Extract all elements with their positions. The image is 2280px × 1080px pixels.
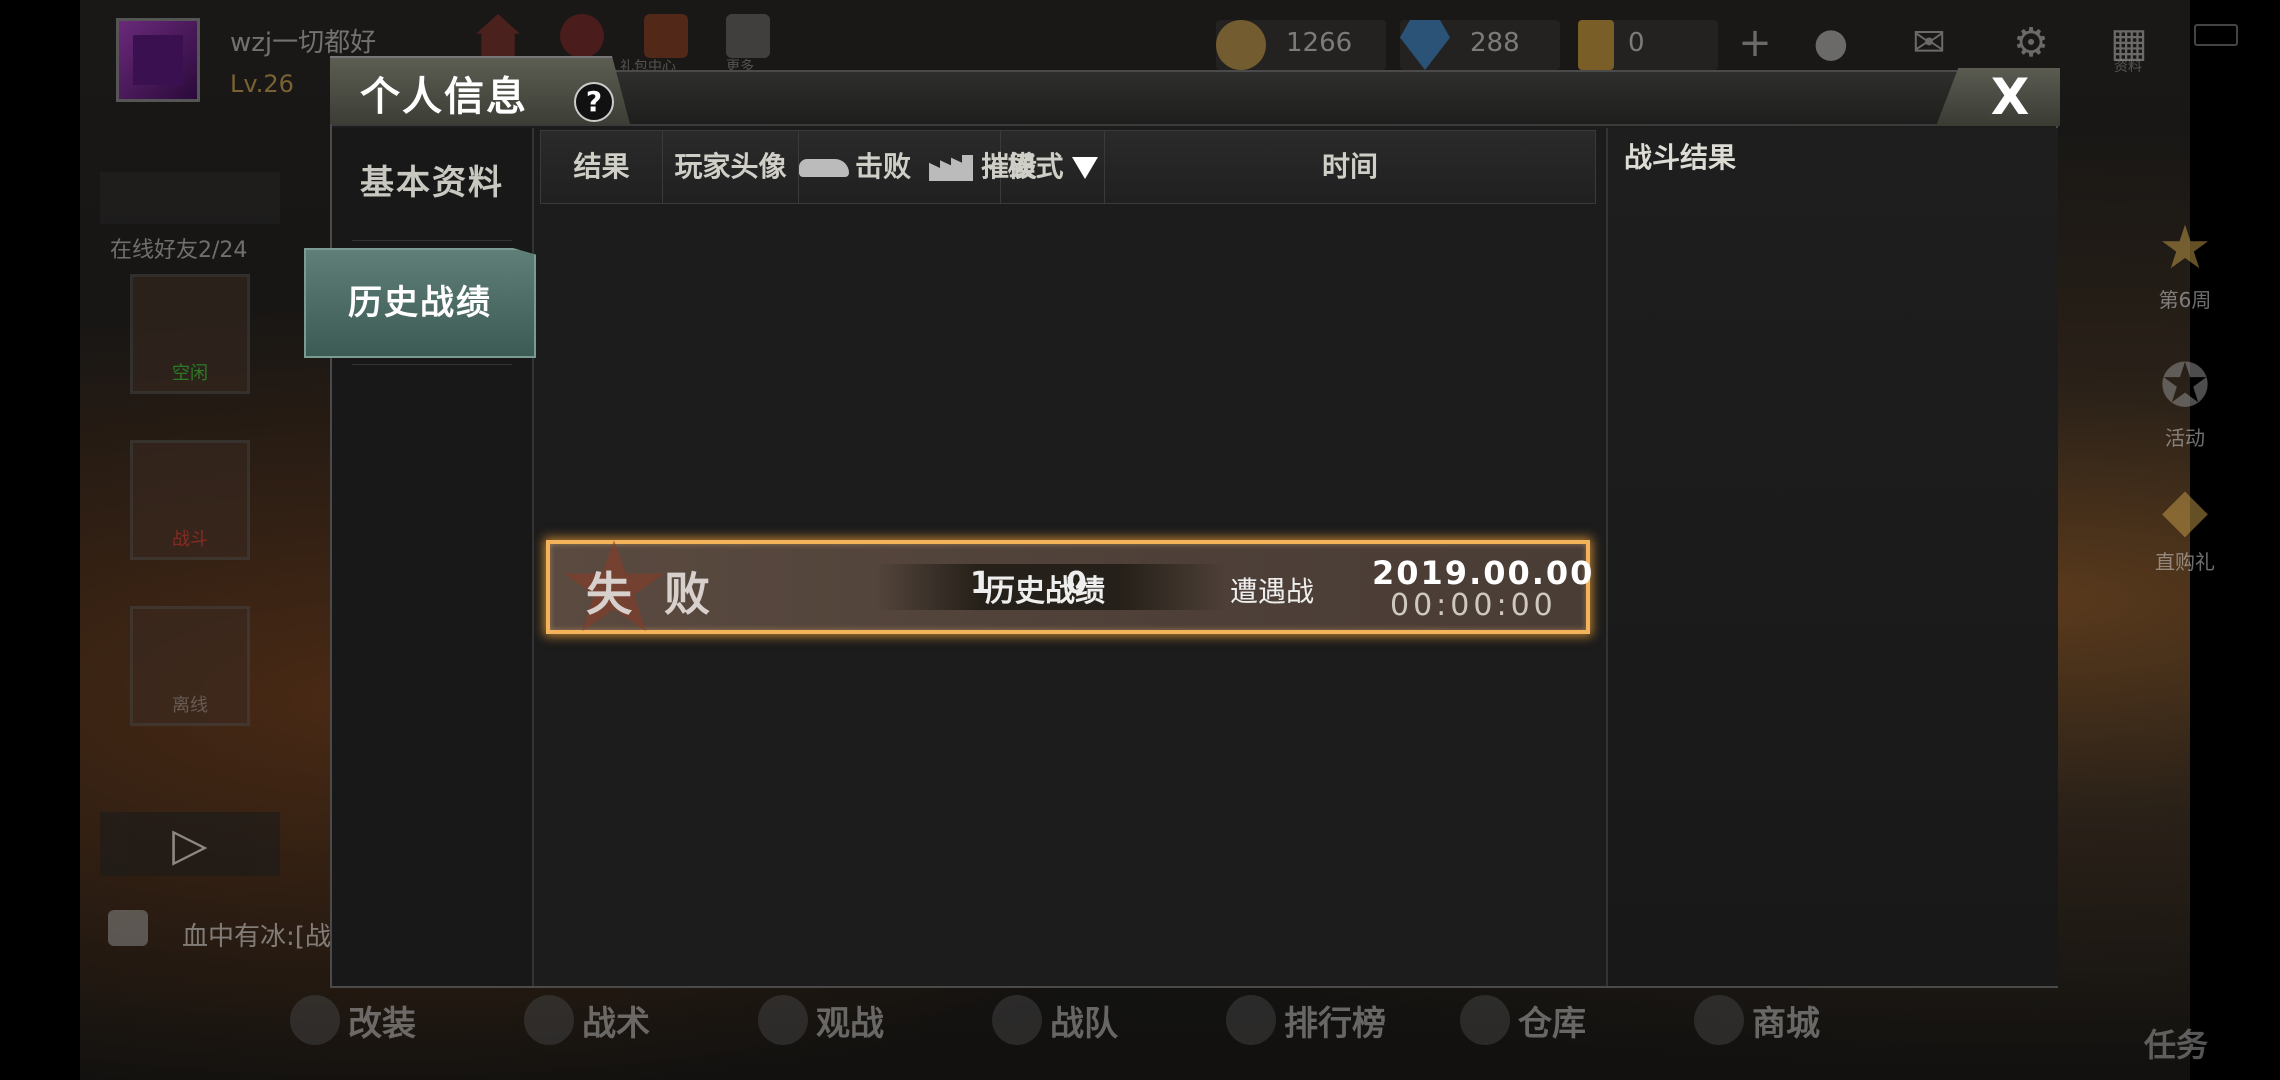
player-avatar <box>116 18 200 102</box>
row-result: 失 败 <box>586 567 719 621</box>
activity-icon: ✪ <box>2159 351 2211 421</box>
profile-label: 资料 <box>2114 59 2142 75</box>
wrench-icon <box>290 995 340 1045</box>
close-icon: X <box>1990 68 2030 126</box>
mail-icon[interactable]: ✉ <box>1906 20 1952 66</box>
battle-result-panel: 战斗结果 <box>1606 128 2058 986</box>
direct-buy-label: 直购礼 <box>2155 550 2215 574</box>
col-mode[interactable]: 模式 <box>1001 131 1105 203</box>
gear-icon[interactable]: ⚙ <box>2008 20 2054 66</box>
warehouse-icon <box>1460 995 1510 1045</box>
trophy-icon <box>1226 995 1276 1045</box>
penguin-icon[interactable] <box>560 14 604 58</box>
grid-icon[interactable] <box>726 14 770 58</box>
diamond-gift-icon: ◆ <box>2161 475 2209 545</box>
bottom-nav-shop[interactable]: 商城 <box>1694 990 1820 1050</box>
bottom-nav-team[interactable]: 战队 <box>992 990 1118 1050</box>
task-button[interactable]: 任务 <box>2144 1020 2208 1066</box>
bottom-nav-label: 商城 <box>1752 1003 1820 1044</box>
expand-arrow-icon[interactable]: ▷ <box>100 812 280 876</box>
username: wzj一切都好 <box>230 28 377 58</box>
help-button[interactable]: ? <box>574 82 614 122</box>
bottom-nav-ranking[interactable]: 排行榜 <box>1226 990 1386 1050</box>
weekly-label: 第6周 <box>2158 288 2212 312</box>
diamond-resource: 288 <box>1400 20 1560 70</box>
activity-label: 活动 <box>2165 426 2205 450</box>
bottom-nav-label: 战术 <box>582 1003 650 1044</box>
card-resource: 0 <box>1578 20 1718 70</box>
plus-icon[interactable]: + <box>1732 20 1778 66</box>
card-icon <box>1578 20 1614 70</box>
nav-divider <box>352 364 512 365</box>
nav-divider <box>352 240 512 241</box>
factory-icon <box>929 155 974 181</box>
bottom-nav-label: 观战 <box>816 1003 884 1044</box>
bottom-nav-spectate[interactable]: 观战 <box>758 990 884 1050</box>
chat-icon <box>108 910 148 946</box>
col-player-avatar: 玩家头像 <box>663 131 799 203</box>
bottom-nav: 改装 战术 观战 战队 排行榜 仓库 商城 <box>290 990 1890 1050</box>
col-kills-destroys: 击败 摧毁 <box>799 131 1037 203</box>
col-mode-label: 模式 <box>1007 150 1064 183</box>
col-kills: 击败 <box>855 150 912 183</box>
dialog-title: 个人信息 <box>360 74 528 120</box>
col-time: 时间 <box>1321 150 1378 183</box>
table-header: 结果 玩家头像 击败 摧毁 模式 时间 <box>540 130 1596 204</box>
chat-text: 血中有冰:[战 <box>182 922 331 952</box>
player-level: Lv.26 <box>230 70 294 98</box>
battle-result-title: 战斗结果 <box>1624 141 1737 174</box>
bottom-nav-label: 改装 <box>348 1003 416 1044</box>
gold-coin-icon <box>1216 20 1266 70</box>
dialog-nav: 基本资料 历史战绩 <box>304 128 536 986</box>
friends-online: 在线好友2/24 <box>110 238 248 263</box>
friend-status: 离线 <box>172 695 208 716</box>
row-destroys: 0 <box>1066 566 1087 601</box>
star-badge-icon <box>758 995 808 1045</box>
chat-bar[interactable]: 血中有冰:[战 <box>100 904 331 956</box>
row-player: 历史战绩 <box>985 574 1105 609</box>
friend-card[interactable]: 战斗 <box>130 440 250 560</box>
bottom-nav-warehouse[interactable]: 仓库 <box>1460 990 1586 1050</box>
col-result: 结果 <box>541 131 663 203</box>
history-table: 结果 玩家头像 击败 摧毁 模式 时间 失 败 1 历史战绩 0 遭遇战 2019… <box>540 128 1610 986</box>
bottom-nav-tactics[interactable]: 战术 <box>524 990 650 1050</box>
personal-info-dialog: 个人信息 ? X 基本资料 历史战绩 结果 玩家头像 击败 摧毁 模式 时间 失 … <box>304 56 2060 988</box>
gold-value: 1266 <box>1286 28 1353 58</box>
nav-history[interactable]: 历史战绩 <box>304 248 536 358</box>
gift-icon[interactable] <box>644 14 688 58</box>
friend-status: 战斗 <box>172 529 208 550</box>
friends-icon[interactable]: ● <box>1808 20 1854 66</box>
table-row[interactable]: 失 败 1 历史战绩 0 遭遇战 2019.00.00 00:00:00 <box>546 540 1592 634</box>
side-tabs[interactable] <box>100 172 280 224</box>
row-time: 00:00:00 <box>1390 588 1557 623</box>
bottom-nav-modify[interactable]: 改装 <box>290 990 416 1050</box>
direct-buy-item[interactable]: ◆ 直购礼 <box>2140 474 2230 575</box>
star-icon: ★ <box>2158 213 2212 283</box>
battery-icon <box>2194 24 2238 46</box>
tank-icon <box>799 159 849 177</box>
weekly-item[interactable]: ★ 第6周 <box>2140 212 2230 313</box>
bottom-nav-label: 战队 <box>1050 1003 1118 1044</box>
bottom-nav-label: 仓库 <box>1518 1003 1586 1044</box>
shop-icon <box>1694 995 1744 1045</box>
nav-basic-info[interactable]: 基本资料 <box>332 128 532 238</box>
dropdown-triangle-icon <box>1071 157 1098 179</box>
activity-item[interactable]: ✪ 活动 <box>2140 350 2230 451</box>
diamond-value: 288 <box>1470 28 1520 58</box>
friend-card[interactable]: 离线 <box>130 606 250 726</box>
skull-icon <box>524 995 574 1045</box>
friend-status: 空闲 <box>172 363 208 384</box>
row-mode: 遭遇战 <box>1230 575 1315 608</box>
shield-icon <box>992 995 1042 1045</box>
gold-resource: 1266 <box>1216 20 1386 70</box>
row-date: 2019.00.00 <box>1372 554 1595 592</box>
diamond-icon <box>1400 20 1450 70</box>
bottom-nav-label: 排行榜 <box>1284 1003 1386 1044</box>
friend-card[interactable]: 空闲 <box>130 274 250 394</box>
card-value: 0 <box>1628 28 1645 58</box>
